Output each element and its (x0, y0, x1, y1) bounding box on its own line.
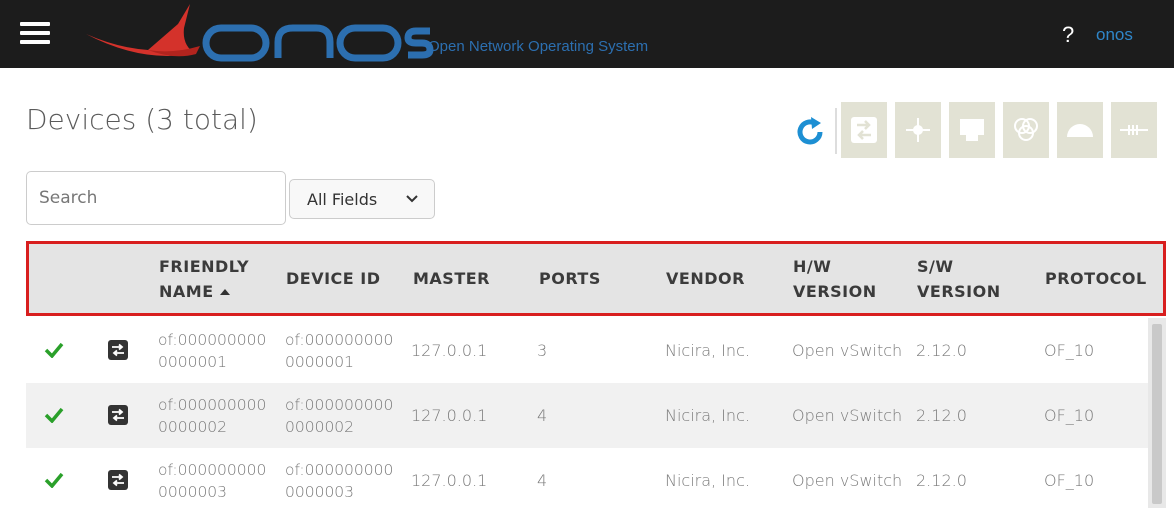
cell-vendor: Nicira, Inc. (665, 406, 750, 425)
groups-button[interactable] (1003, 102, 1049, 158)
refresh-button[interactable] (785, 102, 831, 158)
sort-ascending-icon (219, 289, 230, 295)
column-header-device-id[interactable]: DEVICE ID (286, 244, 381, 313)
column-header-label: PROTOCOL (1045, 269, 1147, 288)
column-header-ports[interactable]: PORTS (539, 244, 601, 313)
app-tagline: Open Network Operating System (428, 38, 649, 55)
cell-ports: 4 (537, 406, 548, 425)
column-header-label: DEVICE ID (286, 269, 381, 288)
column-header-friendly-name[interactable]: FRIENDLY NAME (159, 244, 249, 313)
chevron-down-icon (406, 195, 418, 203)
cell-friendly-name: of:000000000 0000003 (158, 460, 267, 501)
page-title: Devices (3 total) (26, 103, 258, 136)
meters-button[interactable] (1057, 102, 1103, 158)
online-check-icon (44, 472, 64, 488)
scrollbar-thumb[interactable] (1152, 324, 1162, 504)
cell-master: 127.0.0.1 (411, 471, 488, 490)
pipeconf-icon (1120, 125, 1148, 135)
cell-protocol: OF_10 (1044, 406, 1095, 425)
device-details-icon (851, 117, 877, 143)
cell-friendly-name: of:000000000 0000001 (158, 330, 267, 371)
cell-ports: 4 (537, 471, 548, 490)
cell-device-id: of:000000000 0000001 (285, 330, 394, 371)
user-menu[interactable]: onos (1096, 25, 1133, 45)
cell-vendor: Nicira, Inc. (665, 341, 750, 360)
cell-ports: 3 (537, 341, 548, 360)
pipeconf-button[interactable] (1111, 102, 1157, 158)
column-header-label: PORTS (539, 269, 601, 288)
search-field-select[interactable]: All Fields (289, 179, 435, 219)
switch-icon (108, 340, 128, 360)
column-header-label: VERSION (917, 281, 1001, 301)
column-header-vendor[interactable]: VENDOR (666, 244, 745, 313)
table-row[interactable]: of:000000000 0000001 of:000000000 0000001 … (26, 318, 1166, 383)
search-input[interactable] (26, 171, 286, 225)
top-bar: Open Network Operating System ? onos (0, 0, 1174, 68)
column-header-label: H/W (793, 256, 832, 276)
column-header-label: MASTER (413, 269, 490, 288)
cell-protocol: OF_10 (1044, 471, 1095, 490)
table-row[interactable]: of:000000000 0000003 of:000000000 0000003 … (26, 448, 1166, 508)
switch-icon (108, 470, 128, 490)
cell-master: 127.0.0.1 (411, 406, 488, 425)
select-value: All Fields (307, 189, 378, 209)
cell-sw-version: 2.12.0 (916, 471, 967, 490)
column-header-master[interactable]: MASTER (413, 244, 490, 313)
meters-icon (1067, 124, 1093, 137)
table-scrollbar[interactable] (1148, 318, 1166, 508)
column-header-label: NAME (159, 281, 214, 301)
column-header-hw-version[interactable]: H/W VERSION (793, 244, 877, 313)
device-details-button[interactable] (841, 102, 887, 158)
column-header-label: FRIENDLY (159, 256, 250, 276)
online-check-icon (44, 407, 64, 423)
online-check-icon (44, 342, 64, 358)
column-header-sw-version[interactable]: S/W VERSION (917, 244, 1001, 313)
toolbar-separator (835, 108, 837, 154)
column-header-label: S/W (917, 256, 954, 276)
menu-icon[interactable] (20, 22, 50, 46)
groups-icon (1014, 118, 1038, 141)
column-header-protocol[interactable]: PROTOCOL (1045, 244, 1147, 313)
cell-friendly-name: of:000000000 0000002 (158, 395, 267, 436)
cell-protocol: OF_10 (1044, 341, 1095, 360)
cell-device-id: of:000000000 0000003 (285, 460, 394, 501)
cell-master: 127.0.0.1 (411, 341, 488, 360)
ports-icon (960, 119, 984, 141)
cell-hw-version: Open vSwitch (792, 406, 903, 425)
column-header-label: VENDOR (666, 269, 745, 288)
refresh-icon (797, 117, 823, 145)
table-row[interactable]: of:000000000 0000002 of:000000000 0000002 … (26, 383, 1166, 448)
switch-icon (108, 405, 128, 425)
cell-hw-version: Open vSwitch (792, 471, 903, 490)
cell-hw-version: Open vSwitch (792, 341, 903, 360)
cell-sw-version: 2.12.0 (916, 406, 967, 425)
cell-vendor: Nicira, Inc. (665, 471, 750, 490)
flows-button[interactable] (895, 102, 941, 158)
flows-icon (906, 118, 930, 142)
table-header: FRIENDLY NAME DEVICE ID MASTER PORTS VEN… (26, 241, 1166, 316)
column-header-label: VERSION (793, 281, 877, 301)
onos-logo (86, 4, 434, 62)
help-icon[interactable]: ? (1062, 22, 1074, 48)
cell-sw-version: 2.12.0 (916, 341, 967, 360)
cell-device-id: of:000000000 0000002 (285, 395, 394, 436)
ports-button[interactable] (949, 102, 995, 158)
